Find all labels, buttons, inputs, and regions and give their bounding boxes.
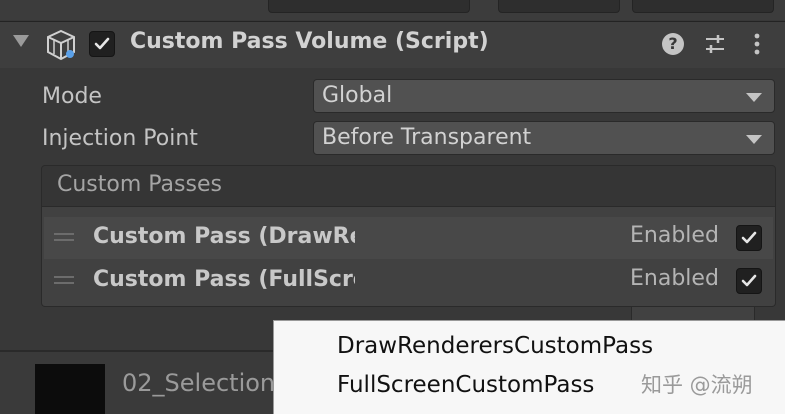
mode-dropdown[interactable]: Global [313,79,775,113]
vertical-dots-icon[interactable] [750,31,764,57]
toolbar-tab[interactable] [268,0,470,13]
dropdown-arrow-icon [746,93,762,102]
sliders-preset-icon[interactable] [703,33,727,55]
enabled-checkbox[interactable] [736,225,762,251]
custom-pass-volume-cube-icon [44,28,78,62]
menu-item-draw-renderers[interactable]: DrawRenderersCustomPass [337,333,653,359]
drag-handle-icon[interactable] [54,233,74,235]
injection-point-dropdown[interactable]: Before Transparent [313,121,775,155]
asset-thumbnail[interactable] [35,364,105,414]
asset-name: 02_Selection [122,369,276,397]
component-enabled-checkbox[interactable] [89,31,115,57]
dropdown-arrow-icon [746,135,762,144]
question-circle-icon[interactable]: ? [662,33,684,55]
toolbar-tab[interactable] [632,0,774,13]
toolbar-tab[interactable] [498,0,620,13]
component-title: Custom Pass Volume (Script) [130,29,489,54]
top-toolbar-strip [0,0,785,20]
custom-pass-name: Custom Pass (FullScreenCustomPass) [93,267,355,292]
checkmark-icon [741,231,757,244]
mode-label: Mode [42,84,102,109]
custom-passes-list-header[interactable]: Custom Passes [41,165,776,207]
enabled-checkbox[interactable] [736,268,762,294]
injection-point-value: Before Transparent [322,125,532,150]
enabled-label: Enabled [630,266,719,291]
checkmark-icon [94,37,110,50]
custom-pass-row[interactable]: Custom Pass (DrawRenderersCustomPass) En… [44,217,773,259]
drag-handle-icon[interactable] [54,276,74,278]
mode-value: Global [322,83,393,108]
checkmark-icon [741,274,757,287]
custom-pass-name: Custom Pass (DrawRenderersCustomPass) [93,224,355,249]
injection-point-label: Injection Point [42,126,198,151]
add-custom-pass-menu: DrawRenderersCustomPass FullScreenCustom… [273,320,785,414]
watermark: 知乎 @流朔 [641,373,753,397]
foldout-arrow-icon[interactable] [13,35,29,47]
custom-passes-header-label: Custom Passes [57,172,222,197]
enabled-label: Enabled [630,223,719,248]
custom-pass-row[interactable]: Custom Pass (FullScreenCustomPass) Enabl… [44,260,773,302]
menu-item-fullscreen[interactable]: FullScreenCustomPass [337,372,594,398]
